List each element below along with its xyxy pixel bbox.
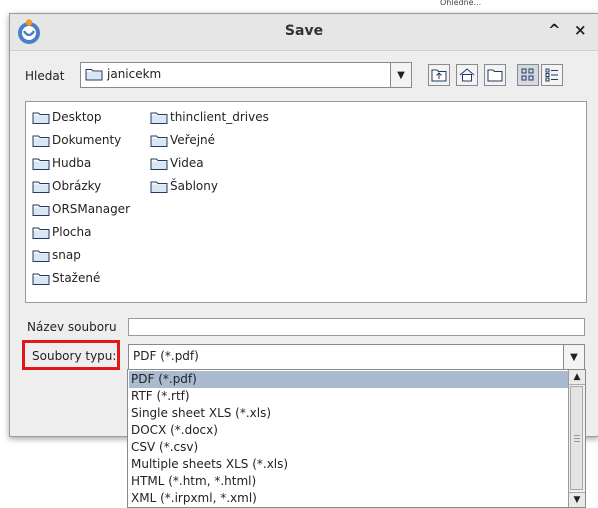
folder-icon [32, 112, 50, 124]
file-name: Veřejné [170, 133, 216, 147]
title-bar: Save ^ × [10, 14, 598, 51]
chevron-down-icon[interactable]: ▼ [390, 63, 411, 87]
file-name: Hudba [52, 156, 92, 170]
file-list[interactable]: Desktop Dokumenty Hudba Obrázky ORSManag… [25, 101, 587, 303]
new-folder-button[interactable] [484, 64, 506, 86]
dropdown-scrollbar[interactable]: ▲ ▼ [568, 370, 585, 507]
file-type-value: PDF (*.pdf) [133, 349, 199, 363]
file-name: snap [52, 248, 81, 262]
folder-icon [32, 135, 50, 147]
dropdown-option[interactable]: XML (*.irpxml, *.xml) [129, 490, 568, 507]
file-name: Obrázky [52, 179, 102, 193]
file-name-field[interactable] [128, 318, 585, 336]
close-button[interactable]: × [574, 21, 587, 39]
scroll-down-icon[interactable]: ▼ [569, 492, 585, 507]
folder-icon [32, 204, 50, 216]
details-view-icon [545, 68, 558, 82]
file-name: Desktop [52, 110, 102, 124]
dropdown-option[interactable]: CSV (*.csv) [129, 439, 568, 456]
home-icon [459, 68, 475, 82]
list-view-icon [521, 68, 534, 81]
background-clipped-text: Ohledně... [440, 0, 482, 7]
up-folder-icon [431, 69, 447, 82]
look-in-label: Hledat [25, 69, 65, 83]
home-button[interactable] [456, 64, 478, 86]
folder-icon [32, 158, 50, 170]
scroll-up-icon[interactable]: ▲ [569, 370, 585, 385]
file-name: Stažené [52, 271, 101, 285]
folder-icon [150, 135, 168, 147]
folder-icon [32, 227, 50, 239]
up-folder-button[interactable] [428, 64, 450, 86]
maximize-button[interactable]: ^ [548, 21, 561, 39]
dropdown-option[interactable]: RTF (*.rtf) [129, 388, 568, 405]
dropdown-option[interactable]: HTML (*.htm, *.html) [129, 473, 568, 490]
look-in-value: janicekm [107, 67, 162, 81]
file-type-label: Soubory typu: [32, 349, 117, 363]
new-folder-icon [487, 69, 503, 82]
folder-icon [32, 250, 50, 262]
file-type-combo[interactable]: PDF (*.pdf) ▼ [128, 344, 585, 370]
dialog-title: Save [284, 23, 324, 39]
file-name: Plocha [52, 225, 92, 239]
folder-icon [85, 69, 103, 81]
folder-icon [32, 181, 50, 193]
folder-icon [150, 181, 168, 193]
folder-icon [150, 158, 168, 170]
list-view-button[interactable] [517, 64, 539, 86]
details-view-button[interactable] [541, 64, 563, 86]
file-name-label: Název souboru [27, 320, 117, 334]
dropdown-option[interactable]: DOCX (*.docx) [129, 422, 568, 439]
chevron-down-icon[interactable]: ▼ [563, 345, 584, 369]
folder-icon [32, 273, 50, 285]
file-name: Videa [170, 156, 204, 170]
folder-icon [150, 112, 168, 124]
dropdown-option[interactable]: Multiple sheets XLS (*.xls) [129, 456, 568, 473]
dropdown-option[interactable]: Single sheet XLS (*.xls) [129, 405, 568, 422]
scrollbar-thumb[interactable] [570, 386, 583, 490]
look-in-combo[interactable]: janicekm ▼ [80, 62, 412, 88]
grip-icon [573, 434, 580, 442]
file-name: Šablony [170, 179, 218, 193]
dropdown-option[interactable]: PDF (*.pdf) [129, 371, 568, 388]
file-name: ORSManager [52, 202, 130, 216]
file-type-dropdown[interactable]: PDF (*.pdf) RTF (*.rtf) Single sheet XLS… [127, 369, 586, 508]
file-name: thinclient_drives [170, 110, 269, 124]
file-name: Dokumenty [52, 133, 122, 147]
